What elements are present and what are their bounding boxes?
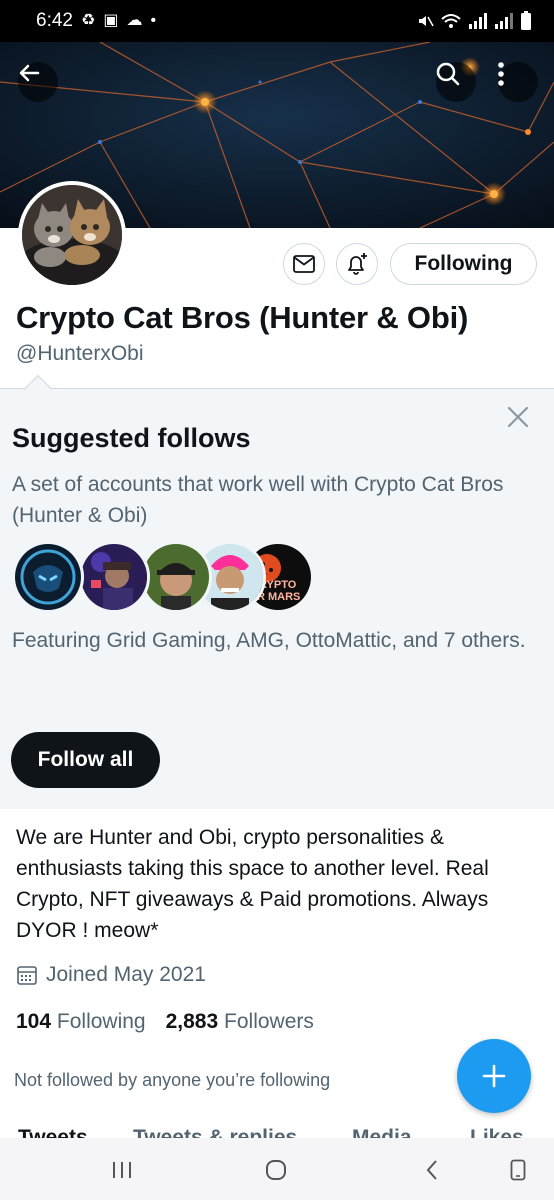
status-time: 6:42 — [36, 10, 73, 31]
suggested-avatar-ottomattic — [140, 541, 212, 613]
panel-caret — [23, 374, 53, 404]
status-left: 6:42 ♻ ▣ ☁ • — [36, 10, 156, 32]
joined-text: Joined May 2021 — [46, 963, 206, 986]
message-button[interactable] — [283, 243, 325, 285]
accessibility-button[interactable] — [498, 1156, 538, 1184]
following-stat[interactable]: 104 Following — [16, 1010, 146, 1034]
follow-all-button[interactable]: Follow all — [11, 732, 160, 788]
following-button[interactable]: Following — [390, 243, 537, 285]
recent-apps-icon — [113, 1162, 131, 1178]
calendar-icon — [17, 966, 37, 985]
suggested-follows-panel: Suggested follows A set of accounts that… — [0, 374, 554, 809]
crypto-for-mars-text-2: R MARS — [257, 591, 300, 603]
status-right — [416, 11, 532, 31]
wifi-icon — [441, 14, 461, 28]
compose-tweet-button[interactable] — [457, 1039, 531, 1113]
search-button[interactable] — [436, 62, 476, 102]
following-label: Following — [56, 1010, 146, 1033]
home-button[interactable] — [256, 1156, 296, 1184]
suggested-avatar-grid-gaming — [12, 541, 84, 613]
suggested-avatar-amg — [78, 541, 150, 613]
phone-outline-icon — [510, 1159, 526, 1181]
followers-label: Followers — [224, 1010, 314, 1033]
back-arrow-icon — [19, 64, 40, 82]
follow-stats: 104 Following 2,883 Followers — [16, 1010, 314, 1034]
compose-plus-icon — [482, 1064, 506, 1088]
sync-icon: ♻ — [80, 12, 96, 29]
followers-stat[interactable]: 2,883 Followers — [166, 1010, 314, 1034]
back-nav-button[interactable] — [412, 1156, 452, 1184]
status-bar: 6:42 ♻ ▣ ☁ • — [0, 0, 554, 42]
signal-icon — [469, 13, 487, 29]
mute-icon — [419, 16, 434, 27]
cats-avatar-image — [22, 185, 122, 285]
followers-count: 2,883 — [165, 1010, 219, 1033]
user-handle: @HunterxObi — [16, 342, 144, 365]
display-name: Crypto Cat Bros (Hunter & Obi) — [16, 300, 469, 335]
not-followed-note: Not followed by anyone you’re following — [14, 1070, 331, 1090]
dismiss-suggestions-button[interactable] — [504, 403, 532, 431]
back-chevron-icon — [426, 1160, 437, 1180]
status-dot: • — [150, 12, 157, 29]
more-options-button[interactable] — [498, 62, 538, 102]
recent-apps-button[interactable] — [102, 1156, 142, 1184]
notifications-button[interactable] — [336, 243, 378, 285]
profile-bio: We are Hunter and Obi, crypto personalit… — [16, 826, 489, 942]
following-count: 104 — [16, 1010, 52, 1033]
notification-bell-plus-icon — [348, 253, 367, 275]
joined-date: Joined May 2021 — [16, 963, 206, 987]
search-icon — [436, 62, 460, 86]
back-button[interactable] — [18, 62, 58, 102]
more-vertical-icon — [498, 62, 504, 86]
battery-icon — [521, 11, 531, 30]
cloud-icon: ☁ — [126, 12, 143, 29]
home-icon — [266, 1160, 286, 1180]
suggested-follows-title: Suggested follows — [12, 423, 251, 453]
suggested-follows-description: A set of accounts that work well with Cr… — [12, 473, 504, 527]
suggested-featuring-text: Featuring Grid Gaming, AMG, OttoMattic, … — [12, 629, 526, 652]
signal-2-icon — [495, 13, 513, 29]
profile-avatar[interactable] — [18, 181, 126, 289]
system-navigation-bar — [0, 1138, 554, 1200]
mail-icon — [293, 255, 315, 273]
close-icon — [507, 406, 529, 428]
app-notification-icon: ▣ — [103, 12, 119, 29]
